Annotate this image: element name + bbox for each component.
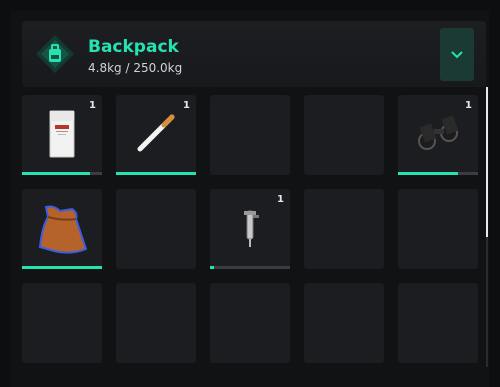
- inventory-slot-5[interactable]: 1: [398, 95, 478, 175]
- inventory-header: Backpack 4.8kg / 250.0kg: [22, 21, 486, 87]
- binoculars-icon: [408, 103, 468, 163]
- inventory-title: Backpack: [88, 37, 179, 57]
- durability-bar: [210, 266, 290, 269]
- cigarette-pack-icon: [32, 103, 92, 163]
- durability-bar: [398, 172, 478, 175]
- tobacco-bag-icon: [32, 197, 92, 257]
- durability-bar: [22, 172, 102, 175]
- inventory-slot-3[interactable]: [210, 95, 290, 175]
- durability-bar: [116, 172, 196, 175]
- inventory-slot-12[interactable]: [116, 283, 196, 363]
- inventory-slot-11[interactable]: [22, 283, 102, 363]
- durability-bar: [22, 266, 102, 269]
- cigarette-icon: [126, 103, 186, 163]
- inventory-slot-13[interactable]: [210, 283, 290, 363]
- inventory-slot-10[interactable]: [398, 189, 478, 269]
- inventory-slot-14[interactable]: [304, 283, 384, 363]
- inventory-slot-1[interactable]: 1: [22, 95, 102, 175]
- inventory-slot-15[interactable]: [398, 283, 478, 363]
- inventory-slot-9[interactable]: [304, 189, 384, 269]
- scrollbar-thumb[interactable]: [486, 87, 488, 237]
- collapse-button[interactable]: [440, 28, 474, 81]
- lockpick-icon: [220, 197, 280, 257]
- chevron-down-icon: [451, 50, 463, 58]
- scrollbar[interactable]: [486, 87, 488, 367]
- inventory-slot-4[interactable]: [304, 95, 384, 175]
- backpack-icon: [34, 33, 76, 75]
- inventory-slot-8[interactable]: 1: [210, 189, 290, 269]
- inventory-weight: 4.8kg / 250.0kg: [88, 61, 183, 75]
- inventory-slot-7[interactable]: [116, 189, 196, 269]
- inventory-slot-2[interactable]: 1: [116, 95, 196, 175]
- inventory-slot-6[interactable]: [22, 189, 102, 269]
